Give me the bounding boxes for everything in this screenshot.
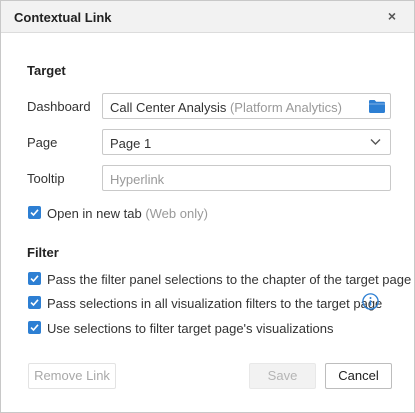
dashboard-value: Call Center Analysis xyxy=(110,100,227,115)
target-section-title: Target xyxy=(27,63,66,78)
filter-option-target-visualizations[interactable]: Use selections to filter target page's v… xyxy=(28,320,333,336)
check-icon xyxy=(30,324,39,332)
checkbox-checked xyxy=(28,206,41,219)
save-button[interactable]: Save xyxy=(249,363,316,389)
dashboard-label: Dashboard xyxy=(27,99,91,114)
open-new-tab-label: Open in new tab xyxy=(47,206,142,221)
tooltip-placeholder: Hyperlink xyxy=(110,172,165,187)
page-select-value: Page 1 xyxy=(110,136,152,151)
contextual-link-dialog: Contextual Link × Target Dashboard Call … xyxy=(0,0,415,413)
filter-option-label: Pass the filter panel selections to the … xyxy=(47,272,412,287)
page-select[interactable]: Page 1 xyxy=(102,129,391,155)
filter-option-panel-selections[interactable]: Pass the filter panel selections to the … xyxy=(28,271,411,287)
info-icon[interactable] xyxy=(362,293,379,310)
check-icon xyxy=(30,299,39,307)
filter-option-visualization-filters[interactable]: Pass selections in all visualization fil… xyxy=(28,295,382,311)
dialog-title: Contextual Link xyxy=(14,10,112,25)
dashboard-field[interactable]: Call Center Analysis (Platform Analytics… xyxy=(102,93,364,119)
checkbox-checked xyxy=(28,321,41,334)
tooltip-input[interactable]: Hyperlink xyxy=(102,165,391,191)
dashboard-suffix: (Platform Analytics) xyxy=(229,100,342,115)
dialog-titlebar: Contextual Link × xyxy=(1,1,414,33)
remove-link-button[interactable]: Remove Link xyxy=(28,363,116,389)
open-new-tab-checkbox[interactable]: Open in new tab (Web only) xyxy=(28,205,228,221)
chevron-down-icon xyxy=(370,139,381,145)
cancel-button[interactable]: Cancel xyxy=(325,363,392,389)
close-icon[interactable]: × xyxy=(384,8,400,24)
check-icon xyxy=(30,275,39,283)
folder-icon xyxy=(369,100,385,113)
filter-option-label: Pass selections in all visualization fil… xyxy=(47,296,383,311)
filter-option-label: Use selections to filter target page's v… xyxy=(47,321,334,336)
open-new-tab-note: (Web only) xyxy=(145,206,208,221)
filter-section-title: Filter xyxy=(27,245,59,260)
page-label: Page xyxy=(27,135,58,150)
tooltip-label: Tooltip xyxy=(27,171,65,186)
checkbox-checked xyxy=(28,296,41,309)
check-icon xyxy=(30,209,39,217)
browse-dashboard-button[interactable] xyxy=(363,93,391,119)
checkbox-checked xyxy=(28,272,41,285)
